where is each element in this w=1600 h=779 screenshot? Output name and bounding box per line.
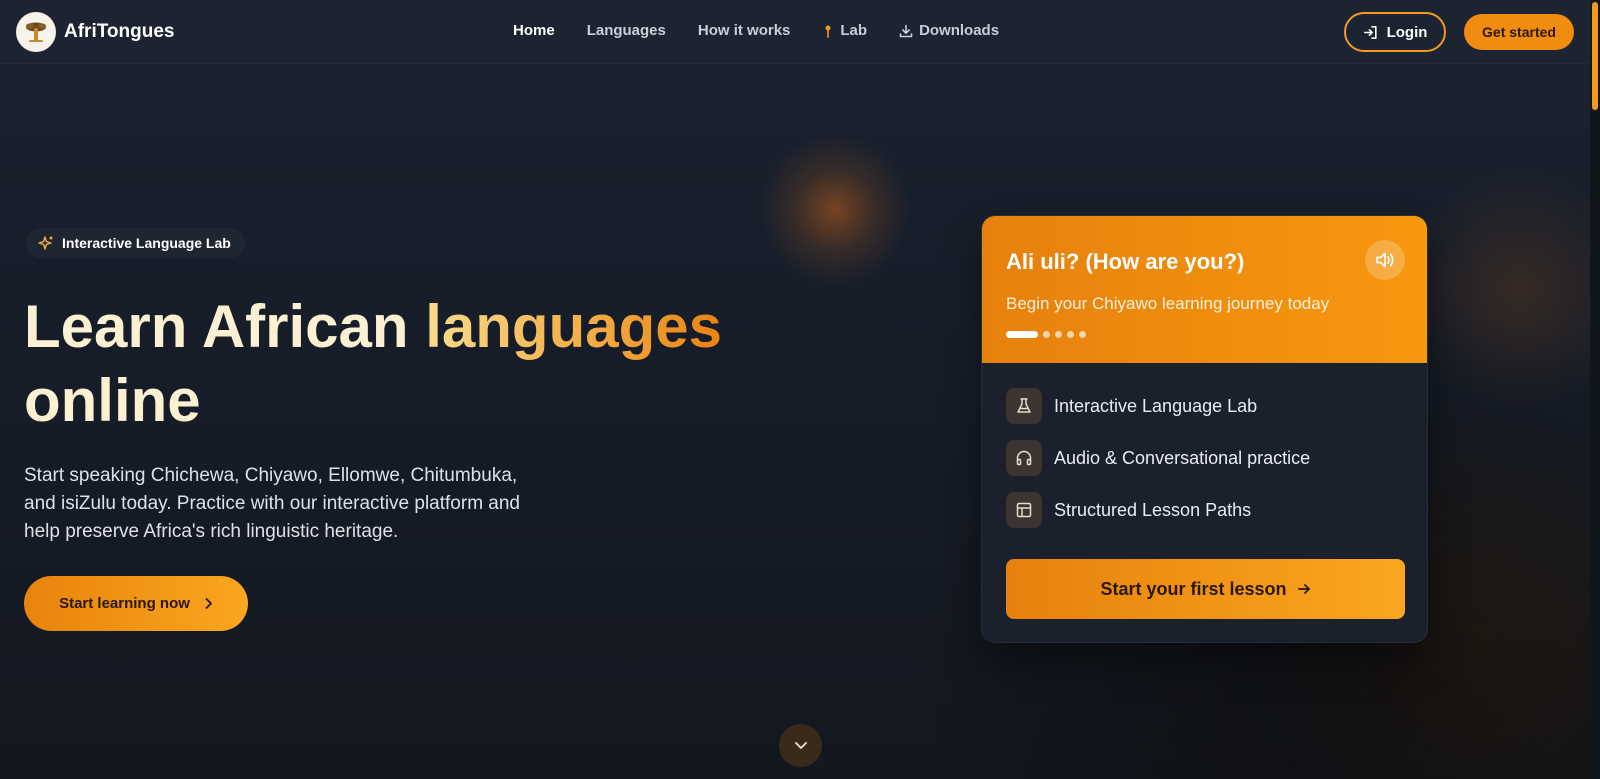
nav-how-it-works[interactable]: How it works (698, 22, 791, 39)
slide-dot[interactable] (1067, 331, 1074, 338)
nav-downloads[interactable]: Downloads (899, 22, 999, 39)
hero-subtitle: Start speaking Chichewa, Chiyawo, Ellomw… (24, 465, 520, 542)
scrollbar-thumb[interactable] (1592, 2, 1598, 110)
hero-title-part2: online (24, 367, 201, 434)
feature-label: Audio & Conversational practice (1054, 447, 1311, 468)
feature-label: Interactive Language Lab (1054, 395, 1258, 416)
nav-lab-label: Lab (840, 22, 868, 39)
login-label: Login (1386, 23, 1428, 41)
card-tagline: Begin your Chiyawo learning journey toda… (1006, 294, 1330, 313)
slide-dot-active[interactable] (1006, 331, 1038, 338)
download-icon (899, 24, 913, 38)
nav-home[interactable]: Home (513, 22, 555, 39)
hero-tag: Interactive Language Lab (26, 228, 245, 258)
flask-icon (1006, 388, 1042, 424)
scroll-down-button[interactable] (779, 724, 822, 767)
hero-title-part1: Learn African (24, 293, 426, 360)
brand-name: AfriTongues (64, 21, 175, 42)
page-scrollbar[interactable] (1590, 0, 1600, 779)
feature-item: Structured Lesson Paths (1006, 492, 1310, 528)
top-navbar: AfriTongues Home Languages How it works … (0, 0, 1590, 64)
start-learning-label: Start learning now (59, 595, 190, 612)
hero-title: Learn African languages online (24, 290, 784, 438)
slide-dot[interactable] (1079, 331, 1086, 338)
nav-languages[interactable]: Languages (587, 22, 666, 39)
card-phrase: Ali uli? (How are you?) (1006, 249, 1245, 274)
card-header: Ali uli? (How are you?) Begin your Chiya… (982, 216, 1427, 363)
start-first-lesson-button[interactable]: Start your first lesson (1006, 559, 1405, 619)
headphones-icon (1006, 440, 1042, 476)
chevron-right-icon (204, 597, 213, 610)
start-first-lesson-label: Start your first lesson (1100, 578, 1287, 599)
layout-icon (1006, 492, 1042, 528)
nav-lab[interactable]: Lab (822, 22, 867, 39)
hero-tag-label: Interactive Language Lab (62, 235, 231, 251)
baobab-tree-icon (16, 12, 56, 52)
pin-icon (822, 24, 834, 38)
nav-downloads-label: Downloads (919, 22, 1000, 39)
start-learning-button[interactable]: Start learning now (24, 576, 248, 631)
login-button[interactable]: Login (1344, 12, 1446, 52)
main-nav: Home Languages How it works Lab Download… (513, 22, 1031, 39)
sparkles-icon (38, 235, 54, 251)
slide-dot[interactable] (1043, 331, 1050, 338)
feature-item: Interactive Language Lab (1006, 388, 1310, 424)
feature-list: Interactive Language Lab Audio & Convers… (1006, 388, 1310, 544)
feature-label: Structured Lesson Paths (1054, 499, 1252, 520)
hero-title-accent: languages (425, 293, 722, 360)
slide-indicator (1006, 331, 1091, 338)
feature-item: Audio & Conversational practice (1006, 440, 1310, 476)
chevron-down-icon (794, 737, 808, 755)
get-started-button[interactable]: Get started (1464, 14, 1574, 50)
login-icon (1363, 25, 1378, 40)
arrow-right-icon (1297, 582, 1311, 596)
slide-dot[interactable] (1055, 331, 1062, 338)
lesson-preview-card: Ali uli? (How are you?) Begin your Chiya… (981, 215, 1428, 643)
speaker-icon[interactable] (1365, 240, 1405, 280)
brand-logo[interactable]: AfriTongues (16, 12, 174, 52)
